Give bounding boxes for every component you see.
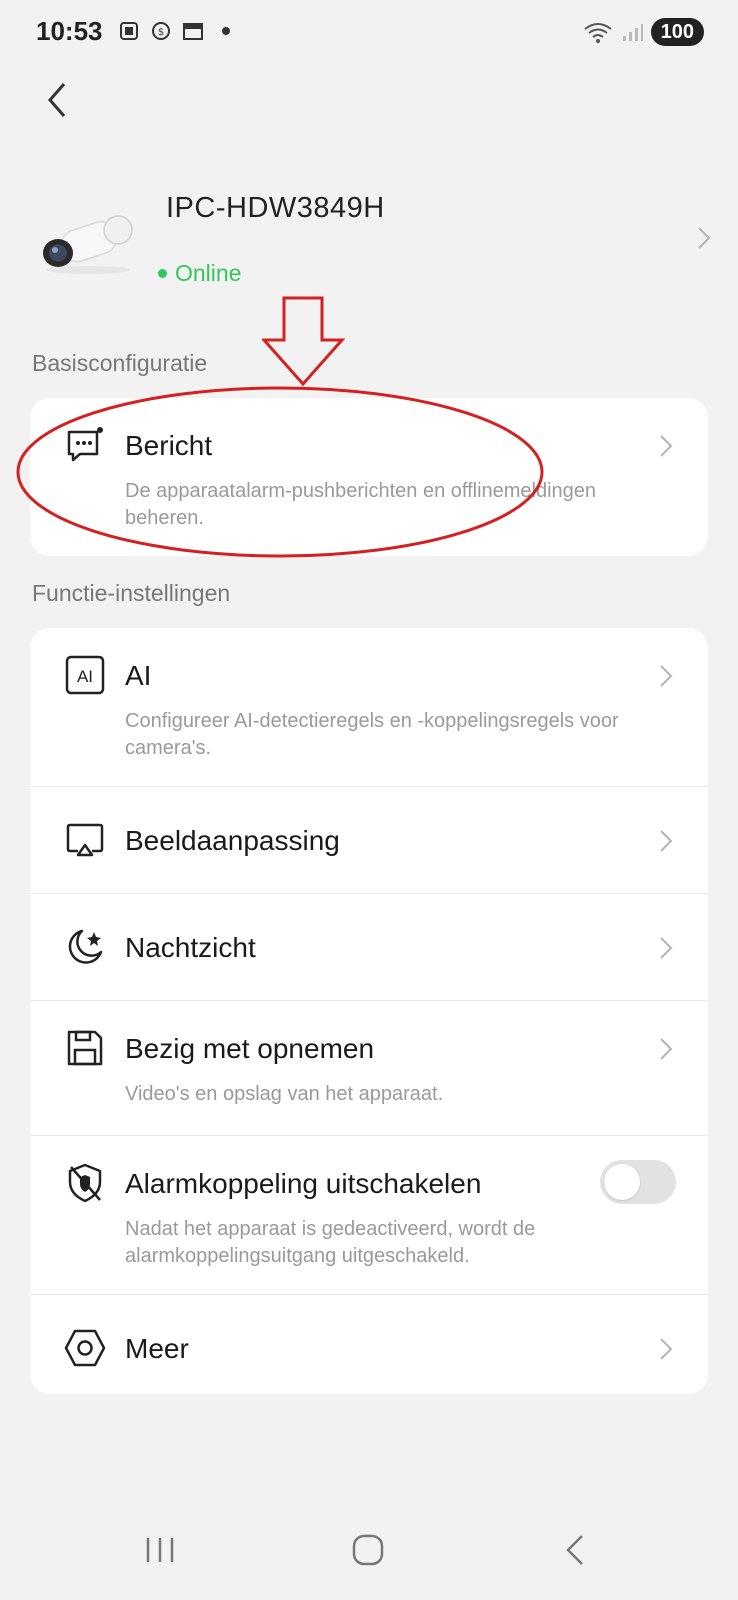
night-vision-icon [68,929,103,964]
function-settings-card: AI AI Configureer AI-detectieregels en -… [30,628,708,1394]
section-title-basic: Basisconfiguratie [32,350,208,376]
chevron-left-icon [48,83,66,117]
chevron-right-icon [698,227,711,249]
settings-row-alarmkoppeling: Alarmkoppeling uitschakelen Nadat het ap… [30,1136,708,1295]
row-description: Video's en opslag van het apparaat. [125,1083,444,1105]
battery-indicator: 100 [650,18,704,46]
home-icon [352,1534,384,1566]
device-status: Online [158,260,241,287]
screenshot-icon [120,22,138,40]
online-dot [158,269,167,278]
section-title-functions: Functie-instellingen [32,580,231,606]
row-title: Beeldaanpassing [125,825,340,856]
chevron-right-icon [660,1038,673,1060]
annotation-arrow [262,296,346,387]
hexagon-settings-icon [64,1329,106,1367]
settings-row-opnemen[interactable]: Bezig met opnemen Video's en opslag van … [30,1001,708,1136]
row-title: AI [125,660,152,691]
toggle-knob [604,1164,640,1200]
shield-off-icon [68,1163,102,1203]
alarm-link-toggle[interactable] [600,1160,676,1204]
system-back-button[interactable] [556,1530,596,1575]
row-title: Bezig met opnemen [125,1033,375,1064]
chevron-right-icon [660,937,673,959]
chevron-left-icon [566,1535,583,1565]
status-time: 10:53 [36,16,103,46]
calendar-icon [183,23,203,40]
settings-row-ai[interactable]: AI AI Configureer AI-detectieregels en -… [30,628,708,787]
status-icons: $ [118,20,230,42]
annotation-ellipse [16,386,544,558]
svg-text:AI: AI [77,667,93,686]
chevron-right-icon [660,435,673,457]
svg-text:$: $ [158,27,164,38]
notification-dot [222,27,230,35]
chevron-right-icon [660,665,673,687]
wifi-icon [584,23,612,43]
chevron-right-icon [660,830,673,852]
chevron-right-icon [660,1338,673,1360]
row-description: Nadat het apparaat is gedeactiveerd, wor… [125,1218,536,1267]
settings-row-nachtzicht[interactable]: Nachtzicht [30,894,708,1001]
image-adjust-icon [66,823,104,857]
signal-icon [622,24,643,41]
device-header[interactable]: IPC-HDW3849H Online [32,178,712,308]
status-bar: 10:53 $ 100 [0,0,738,66]
settings-row-beeldaanpassing[interactable]: Beeldaanpassing [30,787,708,894]
system-navigation-bar [0,1500,738,1600]
device-status-label: Online [175,260,242,286]
home-button[interactable] [348,1530,388,1575]
data-saver-icon: $ [152,22,170,40]
back-button[interactable] [40,78,80,122]
row-description: Configureer AI-detectieregels en -koppel… [125,710,619,759]
settings-row-meer[interactable]: Meer [30,1295,708,1394]
recent-apps-button[interactable] [140,1530,180,1575]
row-title: Alarmkoppeling uitschakelen [125,1168,482,1199]
save-icon [67,1030,103,1066]
recent-apps-icon [146,1538,174,1562]
row-title: Meer [125,1333,189,1364]
camera-image [43,215,133,274]
device-name: IPC-HDW3849H [166,192,385,224]
ai-icon: AI [65,655,105,695]
row-title: Nachtzicht [125,932,256,963]
